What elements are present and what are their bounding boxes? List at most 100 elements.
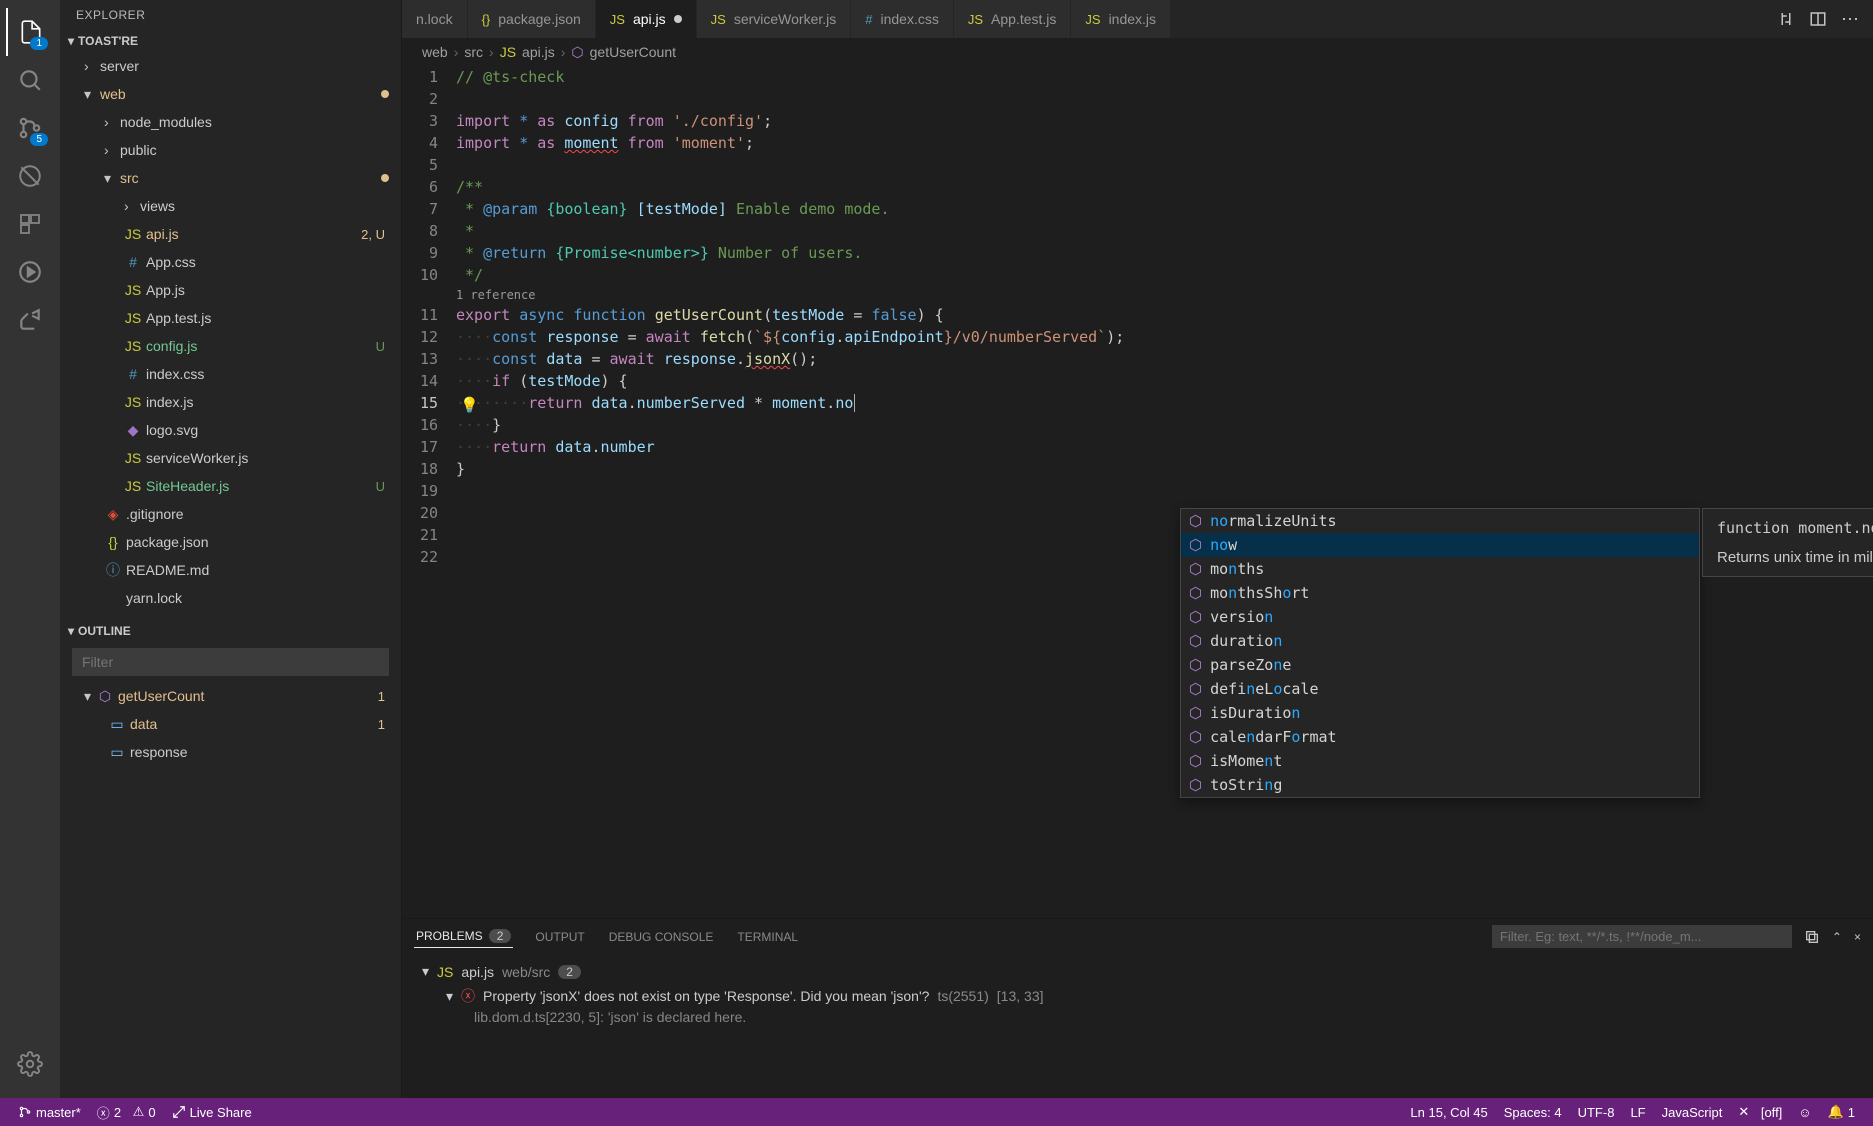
activity-remote[interactable]	[6, 248, 54, 296]
status-cursor[interactable]: Ln 15, Col 45	[1402, 1104, 1495, 1120]
breadcrumbs[interactable]: web› src› JSapi.js› ⬡getUserCount	[402, 38, 1873, 66]
suggest-item[interactable]: ⬡normalizeUnits	[1181, 509, 1699, 533]
suggest-item[interactable]: ⬡isMoment	[1181, 749, 1699, 773]
split-editor-icon[interactable]	[1809, 10, 1827, 28]
file-yarn-lock[interactable]: yarn.lock	[60, 584, 401, 612]
suggest-item[interactable]: ⬡toString	[1181, 773, 1699, 797]
file-siteheader-js[interactable]: JSSiteHeader.jsU	[60, 472, 401, 500]
folder-node-modules[interactable]: ›node_modules	[60, 108, 401, 136]
scm-badge: 5	[30, 133, 48, 146]
panel-tab-terminal[interactable]: TERMINAL	[735, 926, 800, 948]
js-icon: JS	[610, 12, 625, 27]
outline-item[interactable]: ▭response	[60, 738, 401, 766]
status-lang[interactable]: JavaScript	[1654, 1104, 1731, 1120]
lightbulb-icon[interactable]: 💡	[460, 394, 479, 416]
suggest-item[interactable]: ⬡now	[1181, 533, 1699, 557]
status-errors[interactable]: ⓧ2 ⚠0	[89, 1103, 164, 1122]
activity-extensions[interactable]	[6, 200, 54, 248]
suggest-item[interactable]: ⬡version	[1181, 605, 1699, 629]
breadcrumb-item[interactable]: api.js	[522, 44, 555, 60]
activity-settings[interactable]	[6, 1040, 54, 1088]
codelens[interactable]: 1 reference	[402, 286, 1873, 304]
breadcrumb-item[interactable]: getUserCount	[590, 44, 676, 60]
status-notifications[interactable]: 🔔1	[1820, 1104, 1863, 1120]
modified-dot-icon	[381, 174, 389, 182]
code-editor[interactable]: 1// @ts-check 2 3import * as config from…	[402, 66, 1873, 918]
folder-server[interactable]: ›server	[60, 52, 401, 80]
chevron-up-icon[interactable]: ⌃	[1832, 930, 1842, 944]
close-panel-icon[interactable]: ×	[1854, 930, 1861, 944]
activity-scm[interactable]: 5	[6, 104, 54, 152]
problem-file-row[interactable]: ▾ JS api.js web/src 2	[414, 960, 1861, 983]
method-icon: ⬡	[1189, 680, 1202, 698]
file-serviceworker-js[interactable]: JSserviceWorker.js	[60, 444, 401, 472]
suggest-item[interactable]: ⬡monthsShort	[1181, 581, 1699, 605]
folder-web[interactable]: ▾web	[60, 80, 401, 108]
tab-indexcss[interactable]: #index.css	[851, 0, 954, 38]
status-branch[interactable]: master*	[10, 1105, 89, 1120]
file-api-js[interactable]: JSapi.js2, U	[60, 220, 401, 248]
more-icon[interactable]: ⋯	[1841, 9, 1859, 30]
tab-yarnlock[interactable]: n.lock	[402, 0, 468, 38]
file-app-js[interactable]: JSApp.js	[60, 276, 401, 304]
suggest-item[interactable]: ⬡calendarFormat	[1181, 725, 1699, 749]
file-app-css[interactable]: #App.css	[60, 248, 401, 276]
folder-public[interactable]: ›public	[60, 136, 401, 164]
problem-item[interactable]: ▾ ⓧ Property 'jsonX' does not exist on t…	[414, 983, 1861, 1009]
file-logo-svg[interactable]: ◆logo.svg	[60, 416, 401, 444]
project-section[interactable]: ▾ TOAST'RE	[60, 30, 401, 52]
error-icon: ⓧ	[461, 986, 475, 1006]
status-feedback[interactable]: ☺	[1790, 1104, 1819, 1120]
activity-liveshare[interactable]	[6, 296, 54, 344]
folder-src[interactable]: ▾src	[60, 164, 401, 192]
tab-packagejson[interactable]: {}package.json	[468, 0, 596, 38]
file-gitignore[interactable]: ◈.gitignore	[60, 500, 401, 528]
status-prettier[interactable]: ✕ [off]	[1730, 1104, 1790, 1120]
js-icon: JS	[124, 282, 142, 298]
suggest-item[interactable]: ⬡duration	[1181, 629, 1699, 653]
activity-debug[interactable]	[6, 152, 54, 200]
tab-indexjs[interactable]: JSindex.js	[1071, 0, 1171, 38]
panel-tab-problems[interactable]: PROBLEMS2	[414, 925, 513, 948]
editor-tabs: n.lock {}package.json JSapi.js JSservice…	[402, 0, 1873, 38]
tab-api-js[interactable]: JSapi.js	[596, 0, 697, 38]
breadcrumb-item[interactable]: src	[464, 44, 483, 60]
problems-filter-input[interactable]	[1492, 925, 1792, 948]
outline-item[interactable]: ▭data1	[60, 710, 401, 738]
tab-serviceworker[interactable]: JSserviceWorker.js	[697, 0, 852, 38]
folder-views[interactable]: ›views	[60, 192, 401, 220]
suggest-item[interactable]: ⬡months	[1181, 557, 1699, 581]
collapse-all-icon[interactable]	[1804, 929, 1820, 945]
outline-section[interactable]: ▾ OUTLINE	[60, 620, 401, 642]
file-index-js[interactable]: JSindex.js	[60, 388, 401, 416]
status-indent[interactable]: Spaces: 4	[1496, 1104, 1570, 1120]
panel-tab-debug[interactable]: DEBUG CONSOLE	[607, 926, 716, 948]
outline-filter-input[interactable]	[72, 648, 389, 676]
file-tree: ›server ▾web ›node_modules ›public ▾src …	[60, 52, 401, 612]
outline-item[interactable]: ▾⬡getUserCount1	[60, 682, 401, 710]
suggest-item[interactable]: ⬡isDuration	[1181, 701, 1699, 725]
editor-area: n.lock {}package.json JSapi.js JSservice…	[402, 0, 1873, 1098]
method-icon: ⬡	[96, 688, 114, 705]
problem-related-info[interactable]: lib.dom.d.ts[2230, 5]: 'json' is declare…	[414, 1009, 1861, 1025]
file-readme[interactable]: ⓘREADME.md	[60, 556, 401, 584]
git-status: 2, U	[361, 227, 401, 242]
suggest-item[interactable]: ⬡defineLocale	[1181, 677, 1699, 701]
status-encoding[interactable]: UTF-8	[1570, 1104, 1623, 1120]
file-package-json[interactable]: {}package.json	[60, 528, 401, 556]
file-config-js[interactable]: JSconfig.jsU	[60, 332, 401, 360]
activity-search[interactable]	[6, 56, 54, 104]
suggest-item[interactable]: ⬡parseZone	[1181, 653, 1699, 677]
detail-doc: Returns unix time in milliseconds. Overw…	[1717, 549, 1873, 566]
intellisense-suggest[interactable]: ⬡normalizeUnits⬡now⬡months⬡monthsShort⬡v…	[1180, 508, 1700, 798]
status-liveshare[interactable]: Live Share	[164, 1105, 260, 1120]
breadcrumb-item[interactable]: web	[422, 44, 448, 60]
tab-apptest[interactable]: JSApp.test.js	[954, 0, 1072, 38]
chevron-down-icon: ▾	[446, 988, 453, 1005]
file-app-test-js[interactable]: JSApp.test.js	[60, 304, 401, 332]
file-index-css[interactable]: #index.css	[60, 360, 401, 388]
activity-explorer[interactable]: 1	[6, 8, 54, 56]
status-eol[interactable]: LF	[1622, 1104, 1653, 1120]
compare-icon[interactable]	[1777, 10, 1795, 28]
panel-tab-output[interactable]: OUTPUT	[533, 926, 586, 948]
